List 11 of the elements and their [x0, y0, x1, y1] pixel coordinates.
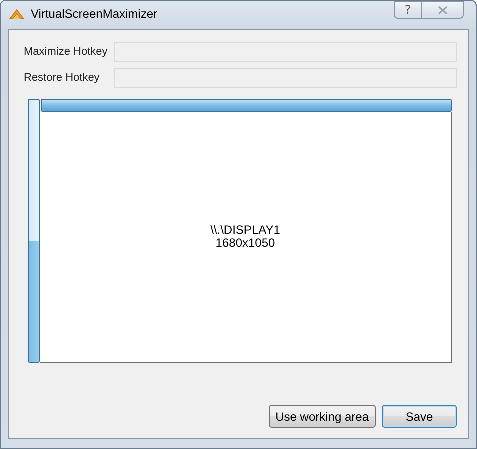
display-resolution: 1680x1050: [216, 237, 276, 250]
close-button[interactable]: [422, 1, 464, 19]
display-name: \\.\DISPLAY1: [210, 224, 280, 237]
push-button[interactable]: Save: [382, 405, 457, 428]
window-title: VirtualScreenMaximizer: [31, 7, 158, 21]
field-label: Maximize Hotkey: [24, 46, 109, 58]
help-button[interactable]: ?: [394, 1, 422, 19]
close-icon: [438, 6, 448, 14]
app-icon: [9, 8, 25, 20]
push-button[interactable]: Use working area: [268, 405, 376, 428]
field-label: Restore Hotkey: [24, 72, 101, 84]
